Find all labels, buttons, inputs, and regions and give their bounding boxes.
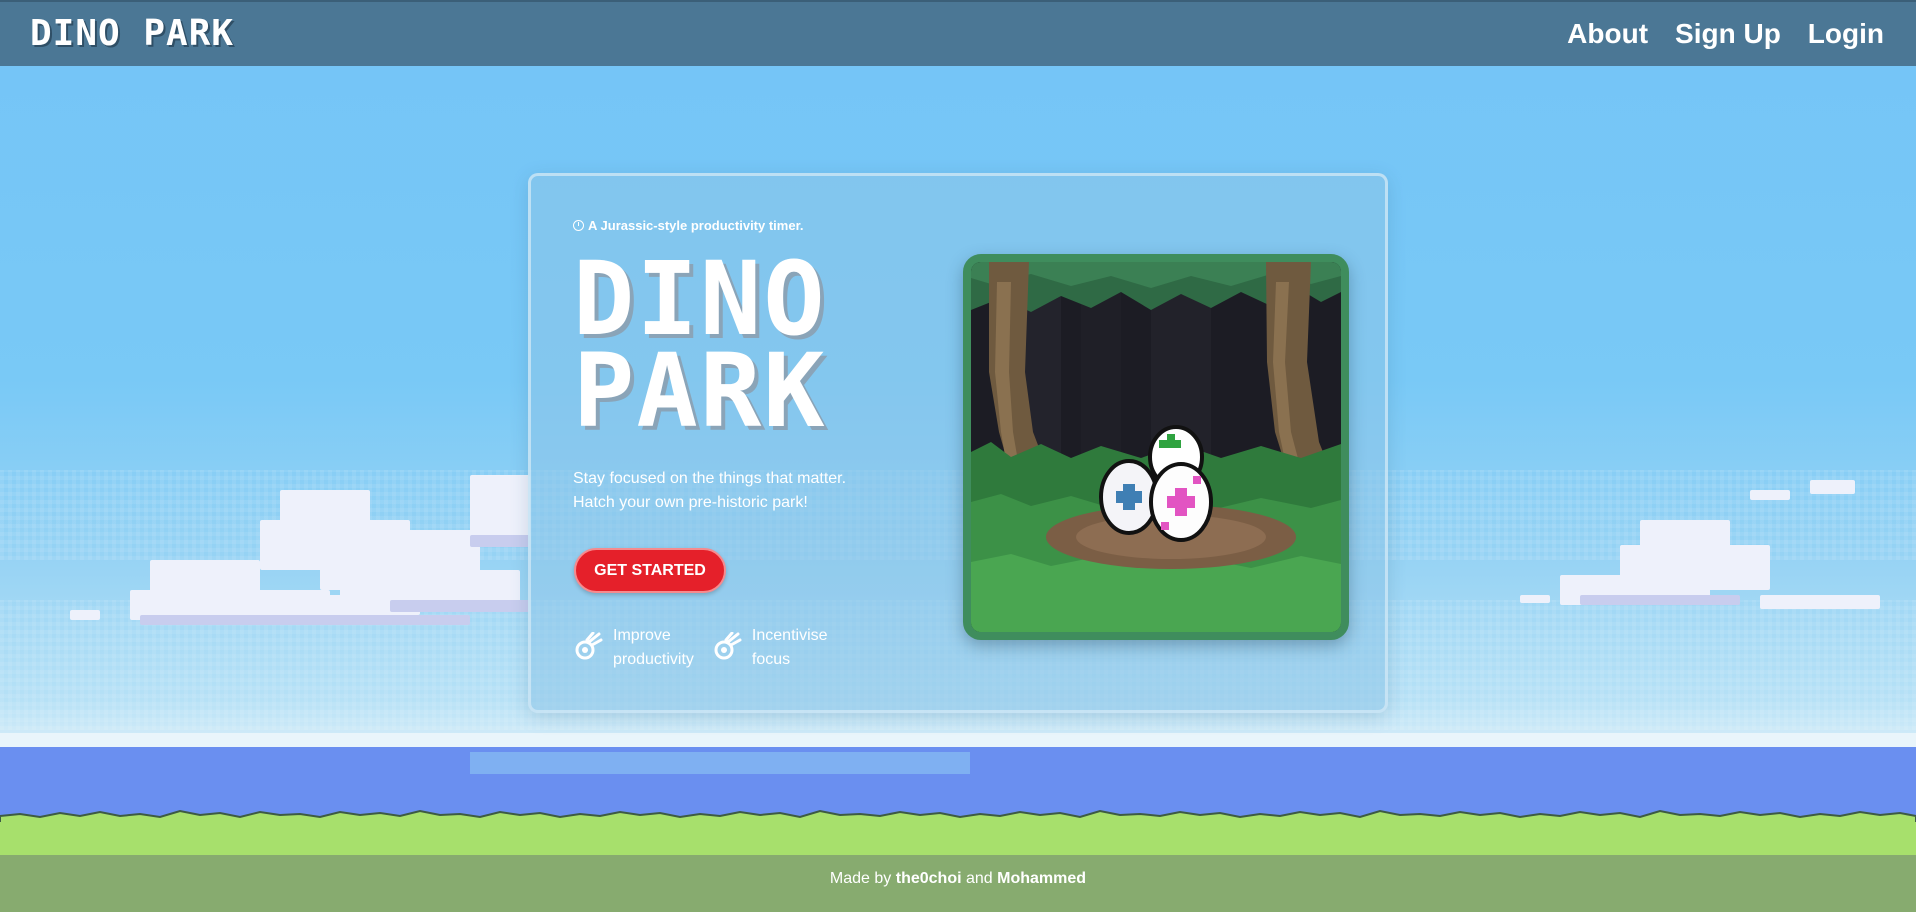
feature-label-line: productivity	[613, 651, 694, 668]
dino-eggs-forest-illustration	[963, 254, 1349, 640]
cloud-small	[1750, 480, 1870, 510]
hero-subtitle-line: Stay focused on the things that matter.	[573, 470, 847, 487]
hero-title: DINO PARK	[573, 249, 827, 451]
feature-label-line: focus	[751, 651, 791, 668]
grass-edge	[0, 809, 1916, 822]
clock-icon	[573, 220, 584, 231]
footer: Made by the0choi and Mohammed	[0, 870, 1916, 888]
feature-list: Improve productivity Incentivise focus	[573, 624, 828, 672]
meteor-icon	[575, 632, 603, 660]
feature-item: Improve productivity	[573, 624, 694, 672]
feature-label: Incentivise focus	[752, 624, 828, 672]
meteor-icon	[714, 632, 742, 660]
footer-author-link[interactable]: the0choi	[896, 870, 962, 887]
footer-prefix: Made by	[829, 870, 892, 887]
feature-label: Improve productivity	[613, 624, 694, 672]
hero-tagline: A Jurassic-style productivity timer.	[573, 218, 804, 233]
footer-author-link[interactable]: Mohammed	[997, 870, 1086, 887]
brand-logo[interactable]: DINO PARK	[30, 16, 234, 52]
hero-tagline-text: A Jurassic-style productivity timer.	[588, 218, 804, 233]
feature-label-line: Improve	[613, 627, 671, 644]
nav-links: About Sign Up Login	[1567, 18, 1884, 50]
nav-link-sign-up[interactable]: Sign Up	[1675, 18, 1781, 50]
hero-subtitle-line: Hatch your own pre-historic park!	[573, 494, 808, 511]
hero-title-line: PARK	[573, 332, 827, 451]
nav-link-login[interactable]: Login	[1808, 18, 1884, 50]
feature-item: Incentivise focus	[712, 624, 828, 672]
hero-card: A Jurassic-style productivity timer. DIN…	[528, 173, 1388, 713]
footer-conjunction: and	[966, 870, 993, 887]
shoreline	[0, 733, 1916, 747]
nav-link-about[interactable]: About	[1567, 18, 1648, 50]
hero-subtitle: Stay focused on the things that matter. …	[573, 467, 873, 515]
feature-label-line: Incentivise	[751, 627, 828, 644]
get-started-button[interactable]: GET STARTED	[574, 548, 726, 593]
dino-eggs-forest-illustration-svg	[971, 262, 1341, 632]
water-reflection	[470, 752, 970, 774]
navbar: DINO PARK About Sign Up Login	[0, 0, 1916, 66]
